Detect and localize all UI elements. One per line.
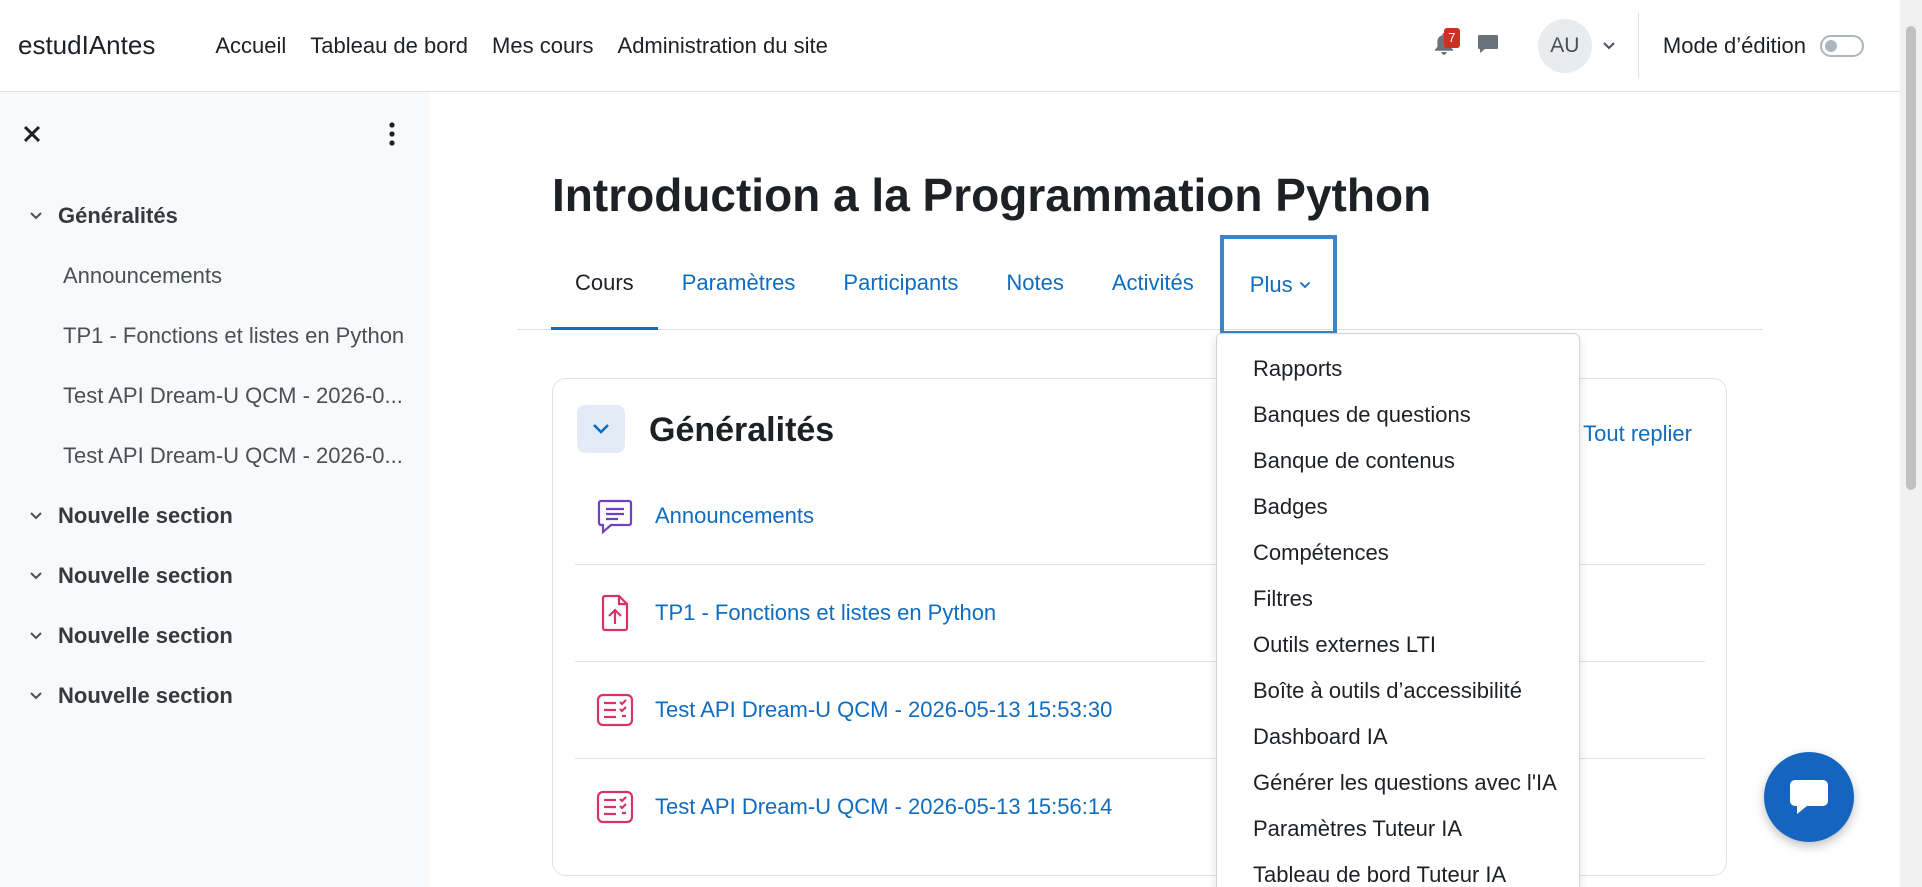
navbar-divider — [1637, 13, 1639, 79]
section-collapse-button[interactable] — [577, 405, 625, 453]
activity-link[interactable]: Test API Dream-U QCM - 2026-05-13 15:53:… — [655, 697, 1112, 723]
nav-link-dashboard[interactable]: Tableau de bord — [298, 0, 480, 92]
edit-mode-label: Mode d’édition — [1662, 33, 1806, 58]
navbar-right: 7 AU Mode d’édition — [1422, 0, 1900, 92]
scrollbar-thumb[interactable] — [1906, 26, 1916, 490]
course-index-section[interactable]: Généralités — [0, 186, 430, 246]
more-dropdown-menu: Rapports Banques de questions Banque de … — [1216, 333, 1580, 887]
site-brand[interactable]: estudIAntes — [18, 30, 155, 61]
chevron-down-icon[interactable] — [28, 208, 44, 224]
notification-count-badge: 7 — [1443, 28, 1460, 48]
quiz-icon — [593, 688, 637, 732]
section-title: Nouvelle section — [58, 563, 233, 588]
course-index-list: Généralités Announcements TP1 - Fonction… — [0, 186, 430, 726]
chevron-down-icon[interactable] — [1602, 41, 1616, 51]
tab-grades[interactable]: Notes — [982, 236, 1087, 329]
drawer-options-button[interactable] — [380, 120, 404, 148]
chat-bubble-icon — [1476, 32, 1500, 61]
course-index-section[interactable]: Nouvelle section — [0, 666, 430, 726]
section-title: Nouvelle section — [58, 623, 233, 648]
menu-item-badges[interactable]: Badges — [1217, 484, 1579, 530]
user-avatar[interactable]: AU — [1537, 19, 1592, 73]
course-secondary-nav: Cours Paramètres Participants Notes Acti… — [517, 235, 1763, 335]
chevron-down-icon[interactable] — [28, 568, 44, 584]
course-index-item[interactable]: TP1 - Fonctions et listes en Python — [0, 306, 410, 366]
page-title: Introduction a la Programmation Python — [552, 169, 1432, 221]
menu-item-accessibility-toolkit[interactable]: Boîte à outils d’accessibilité — [1217, 668, 1579, 714]
chat-assistant-button[interactable] — [1764, 752, 1854, 842]
activity-link[interactable]: TP1 - Fonctions et listes en Python — [655, 600, 996, 626]
chevron-down-icon[interactable] — [28, 688, 44, 704]
tab-activities[interactable]: Activités — [1088, 236, 1218, 329]
course-index-section[interactable]: Nouvelle section — [0, 606, 430, 666]
messages-button[interactable] — [1466, 24, 1510, 68]
tab-more[interactable]: Plus — [1219, 235, 1337, 335]
menu-item-reports[interactable]: Rapports — [1217, 346, 1579, 392]
close-drawer-button[interactable] — [20, 122, 44, 146]
tab-more-label: Plus — [1249, 272, 1293, 297]
edit-mode-control: Mode d’édition — [1663, 33, 1864, 59]
menu-item-question-banks[interactable]: Banques de questions — [1217, 392, 1579, 438]
section-title: Généralités — [649, 411, 835, 449]
top-navbar: estudIAntes Accueil Tableau de bord Mes … — [0, 0, 1900, 92]
menu-item-ai-tutor-settings[interactable]: Paramètres Tuteur IA — [1217, 806, 1579, 852]
edit-mode-toggle[interactable] — [1820, 35, 1864, 57]
chevron-down-icon[interactable] — [28, 508, 44, 524]
tab-settings[interactable]: Paramètres — [658, 236, 820, 329]
menu-item-ai-dashboard[interactable]: Dashboard IA — [1217, 714, 1579, 760]
chevron-down-icon[interactable] — [28, 628, 44, 644]
section-title: Nouvelle section — [58, 683, 233, 708]
assignment-upload-icon — [593, 591, 637, 635]
chevron-down-icon — [593, 424, 609, 434]
primary-navigation: Accueil Tableau de bord Mes cours Admini… — [203, 0, 840, 92]
activity-link[interactable]: Test API Dream-U QCM - 2026-05-13 15:56:… — [655, 794, 1112, 820]
tab-participants[interactable]: Participants — [819, 236, 982, 329]
chevron-down-icon — [1299, 281, 1311, 289]
menu-item-lti-tools[interactable]: Outils externes LTI — [1217, 622, 1579, 668]
menu-item-content-bank[interactable]: Banque de contenus — [1217, 438, 1579, 484]
course-index-drawer: Généralités Announcements TP1 - Fonction… — [0, 92, 430, 887]
forum-icon — [593, 494, 637, 538]
quiz-icon — [593, 785, 637, 829]
nav-link-my-courses[interactable]: Mes cours — [480, 0, 605, 92]
nav-link-site-admin[interactable]: Administration du site — [606, 0, 840, 92]
course-index-item[interactable]: Test API Dream-U QCM - 2026-0... — [0, 366, 410, 426]
menu-item-generate-ai-questions[interactable]: Générer les questions avec l'IA — [1217, 760, 1579, 806]
section-title: Généralités — [58, 203, 178, 228]
tab-course[interactable]: Cours — [551, 236, 658, 330]
section-title: Nouvelle section — [58, 503, 233, 528]
close-icon — [23, 125, 41, 143]
collapse-all-link[interactable]: Tout replier — [1583, 421, 1692, 447]
chat-bubble-icon — [1790, 780, 1828, 814]
menu-item-filters[interactable]: Filtres — [1217, 576, 1579, 622]
menu-item-competencies[interactable]: Compétences — [1217, 530, 1579, 576]
kebab-menu-icon — [389, 122, 395, 146]
course-index-item[interactable]: Announcements — [0, 246, 410, 306]
notifications-button[interactable]: 7 — [1422, 24, 1466, 68]
activity-link[interactable]: Announcements — [655, 503, 814, 529]
page-scrollbar[interactable] — [1900, 0, 1922, 887]
course-index-section[interactable]: Nouvelle section — [0, 546, 430, 606]
nav-link-home[interactable]: Accueil — [203, 0, 298, 92]
menu-item-ai-tutor-dashboard[interactable]: Tableau de bord Tuteur IA — [1217, 852, 1579, 887]
course-index-section[interactable]: Nouvelle section — [0, 486, 430, 546]
course-index-item[interactable]: Test API Dream-U QCM - 2026-0... — [0, 426, 410, 486]
